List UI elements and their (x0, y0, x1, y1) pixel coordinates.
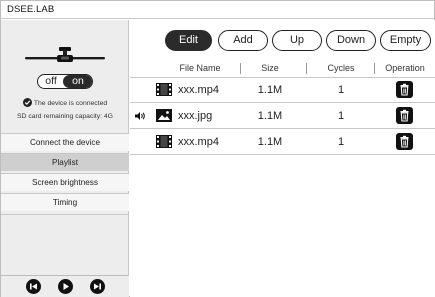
cycle-count: 1 (337, 110, 345, 122)
skip-previous-icon[interactable] (26, 279, 41, 294)
skip-next-icon[interactable] (90, 279, 105, 294)
file-size: 1.1M (257, 84, 283, 96)
connection-status: The device is connected (1, 98, 129, 107)
sd-capacity: SD card remaining capacity: 4G (17, 113, 113, 120)
sidebar-item-playlist[interactable]: Playlist (1, 153, 129, 171)
sidebar-item-label: Screen brightness (32, 178, 98, 187)
table-header: File Name Size Cycles Operation (130, 59, 435, 77)
empty-button[interactable]: Empty (380, 30, 431, 51)
column-header-size: Size (261, 63, 279, 73)
playlist-panel: Edit Add Up Down Empty File Name Size Cy… (130, 20, 435, 297)
playback-controls (1, 275, 129, 297)
app-title: DSEE.LAB (7, 4, 55, 15)
table-row[interactable]: xxx.mp4 1.1M 1 (130, 78, 435, 103)
sidebar-item-timing[interactable]: Timing (1, 193, 129, 211)
toggle-off-label: off (45, 75, 57, 87)
table-row[interactable]: xxx.mp4 1.1M 1 (130, 130, 435, 155)
delete-trash-icon[interactable] (396, 107, 413, 124)
cycle-count: 1 (337, 84, 345, 96)
check-circle-icon (22, 98, 32, 107)
file-size: 1.1M (257, 110, 283, 122)
status-text: The device is connected (33, 100, 108, 107)
power-toggle[interactable]: off on (37, 74, 93, 89)
video-file-icon (156, 83, 172, 96)
column-header-operation: Operation (385, 63, 425, 73)
cycle-count: 1 (337, 136, 345, 148)
video-file-icon (156, 135, 172, 148)
file-name: xxx.mp4 (178, 136, 219, 148)
sidebar-item-label: Playlist (52, 158, 78, 167)
column-separator (374, 63, 375, 74)
column-header-file-name: File Name (179, 63, 221, 73)
sidebar-item-brightness[interactable]: Screen brightness (1, 173, 129, 191)
file-size: 1.1M (257, 136, 283, 148)
delete-trash-icon[interactable] (396, 133, 413, 150)
title-bar: DSEE.LAB (1, 1, 434, 19)
image-file-icon (156, 109, 172, 122)
speaker-icon (135, 112, 145, 120)
column-header-cycles: Cycles (327, 63, 355, 73)
led-fan-device-image (25, 47, 105, 62)
move-down-button[interactable]: Down (326, 30, 376, 51)
edit-button[interactable]: Edit (165, 30, 212, 51)
divider (1, 214, 129, 215)
sidebar-item-label: Timing (52, 198, 78, 207)
device-panel: off on The device is connected SD card r… (1, 20, 129, 133)
toggle-on-label: on (63, 75, 92, 88)
add-button[interactable]: Add (218, 30, 268, 51)
delete-trash-icon[interactable] (396, 81, 413, 98)
table-row[interactable]: xxx.jpg 1.1M 1 (130, 104, 435, 129)
column-separator (306, 63, 307, 74)
sidebar-item-label: Connect the device (29, 138, 101, 147)
file-name: xxx.jpg (178, 110, 213, 122)
app-window: DSEE.LAB off on The device is connected … (0, 0, 435, 297)
move-up-button[interactable]: Up (272, 30, 322, 51)
play-icon[interactable] (58, 279, 73, 294)
sidebar-item-connect[interactable]: Connect the device (1, 133, 129, 151)
column-separator (240, 63, 241, 74)
file-name: xxx.mp4 (178, 84, 219, 96)
sidebar: off on The device is connected SD card r… (1, 20, 129, 297)
